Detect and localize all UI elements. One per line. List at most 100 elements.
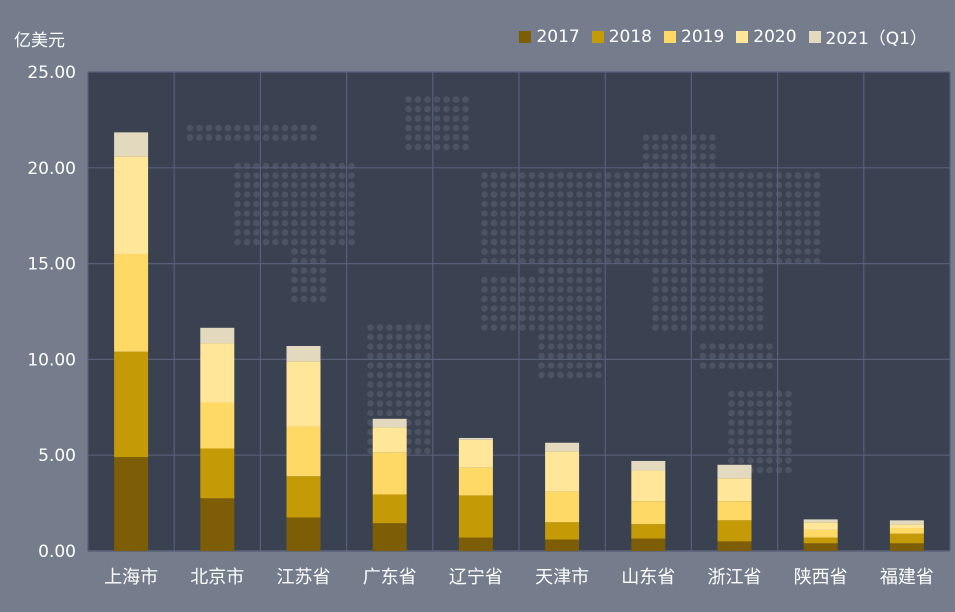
bar-segment-2017[interactable] <box>286 517 321 551</box>
bar-segment-2019[interactable] <box>803 529 838 538</box>
bar-segment-2018[interactable] <box>200 448 235 499</box>
bar-segment-2017[interactable] <box>114 457 149 551</box>
bar-segment-2020[interactable] <box>717 478 752 502</box>
bar-stack[interactable] <box>458 437 493 551</box>
bar-segment-2018[interactable] <box>631 524 666 539</box>
bar-segment-2017[interactable] <box>200 498 235 551</box>
map-dot <box>614 181 621 189</box>
bar-segment-2019[interactable] <box>372 452 407 495</box>
map-dot <box>747 295 754 303</box>
map-dot <box>262 229 270 236</box>
bar-segment-2019[interactable] <box>200 402 235 449</box>
map-dot <box>794 191 802 198</box>
bar-segment-2021Q1[interactable] <box>889 520 924 525</box>
map-dot <box>300 229 308 236</box>
bar-segment-2020[interactable] <box>286 361 321 427</box>
bar-segment-2021Q1[interactable] <box>200 327 235 344</box>
bar-segment-2021Q1[interactable] <box>631 460 666 471</box>
bar-segment-2021Q1[interactable] <box>286 345 321 362</box>
bar-segment-2017[interactable] <box>717 541 752 551</box>
map-dot <box>614 191 621 198</box>
map-dot <box>652 276 659 284</box>
bar-segment-2020[interactable] <box>545 451 580 492</box>
map-dot <box>272 134 279 141</box>
bar-segment-2021Q1[interactable] <box>717 464 752 479</box>
map-dot <box>756 457 764 464</box>
bar-stack[interactable] <box>200 327 235 551</box>
map-dot <box>509 172 517 179</box>
bar-segment-2020[interactable] <box>889 524 924 529</box>
bar-segment-2018[interactable] <box>545 522 580 540</box>
map-dot <box>367 390 374 398</box>
bar-stack[interactable] <box>803 519 838 551</box>
bar-stack[interactable] <box>372 418 407 551</box>
bar-segment-2018[interactable] <box>286 476 321 518</box>
map-dot <box>519 286 526 293</box>
bar-segment-2018[interactable] <box>114 351 149 458</box>
map-dot <box>633 238 640 246</box>
bar-segment-2017[interactable] <box>458 537 493 551</box>
map-dot <box>633 200 640 208</box>
bar-segment-2018[interactable] <box>458 495 493 538</box>
bar-segment-2021Q1[interactable] <box>545 442 580 452</box>
map-dot <box>623 229 631 236</box>
map-dot <box>747 219 754 227</box>
map-dot <box>509 238 517 246</box>
map-dot <box>680 276 688 284</box>
bar-segment-2017[interactable] <box>803 543 838 551</box>
bar-segment-2018[interactable] <box>372 494 407 524</box>
bar-segment-2017[interactable] <box>372 523 407 551</box>
map-dot <box>766 438 773 445</box>
map-dot <box>300 248 308 255</box>
bar-segment-2020[interactable] <box>114 156 149 255</box>
bar-segment-2020[interactable] <box>458 439 493 468</box>
bar-segment-2019[interactable] <box>114 254 149 352</box>
map-dot <box>509 229 517 236</box>
map-dot <box>547 210 555 217</box>
map-dot <box>500 219 507 227</box>
bar-segment-2018[interactable] <box>889 533 924 544</box>
bar-stack[interactable] <box>717 464 752 551</box>
map-dot <box>614 210 621 217</box>
map-dot <box>405 381 412 388</box>
bar-segment-2019[interactable] <box>717 501 752 521</box>
bar-segment-2021Q1[interactable] <box>458 437 493 440</box>
bar-segment-2021Q1[interactable] <box>803 519 838 523</box>
map-dot <box>405 352 412 360</box>
bar-segment-2018[interactable] <box>803 537 838 544</box>
map-dot <box>310 219 317 227</box>
map-dot <box>661 229 669 236</box>
map-dot <box>243 238 251 246</box>
bar-segment-2020[interactable] <box>200 343 235 403</box>
bar-segment-2021Q1[interactable] <box>372 418 407 428</box>
bar-segment-2020[interactable] <box>631 470 666 502</box>
bar-stack[interactable] <box>889 520 924 551</box>
bar-segment-2017[interactable] <box>545 539 580 551</box>
bar-segment-2019[interactable] <box>458 467 493 496</box>
bar-segment-2018[interactable] <box>717 520 752 542</box>
bar-stack[interactable] <box>114 132 149 551</box>
map-dot <box>709 143 716 151</box>
map-dot <box>547 219 555 227</box>
bar-segment-2019[interactable] <box>631 501 666 525</box>
bar-segment-2017[interactable] <box>631 538 666 551</box>
map-dot <box>585 210 593 217</box>
map-dot <box>585 191 593 198</box>
bar-segment-2021Q1[interactable] <box>114 132 149 157</box>
map-dot <box>699 181 707 189</box>
bar-segment-2019[interactable] <box>286 426 321 477</box>
map-dot <box>737 181 745 189</box>
bar-segment-2017[interactable] <box>889 543 924 551</box>
bar-segment-2020[interactable] <box>372 427 407 453</box>
map-dot <box>566 305 574 312</box>
bar-segment-2019[interactable] <box>889 528 924 534</box>
bar-stack[interactable] <box>286 345 321 551</box>
map-dot <box>310 172 317 179</box>
map-dot <box>756 390 764 398</box>
bar-stack[interactable] <box>545 442 580 551</box>
bar-segment-2019[interactable] <box>545 491 580 523</box>
map-dot <box>709 134 716 141</box>
bar-segment-2020[interactable] <box>803 522 838 530</box>
bar-stack[interactable] <box>631 460 666 551</box>
map-dot <box>405 324 412 331</box>
